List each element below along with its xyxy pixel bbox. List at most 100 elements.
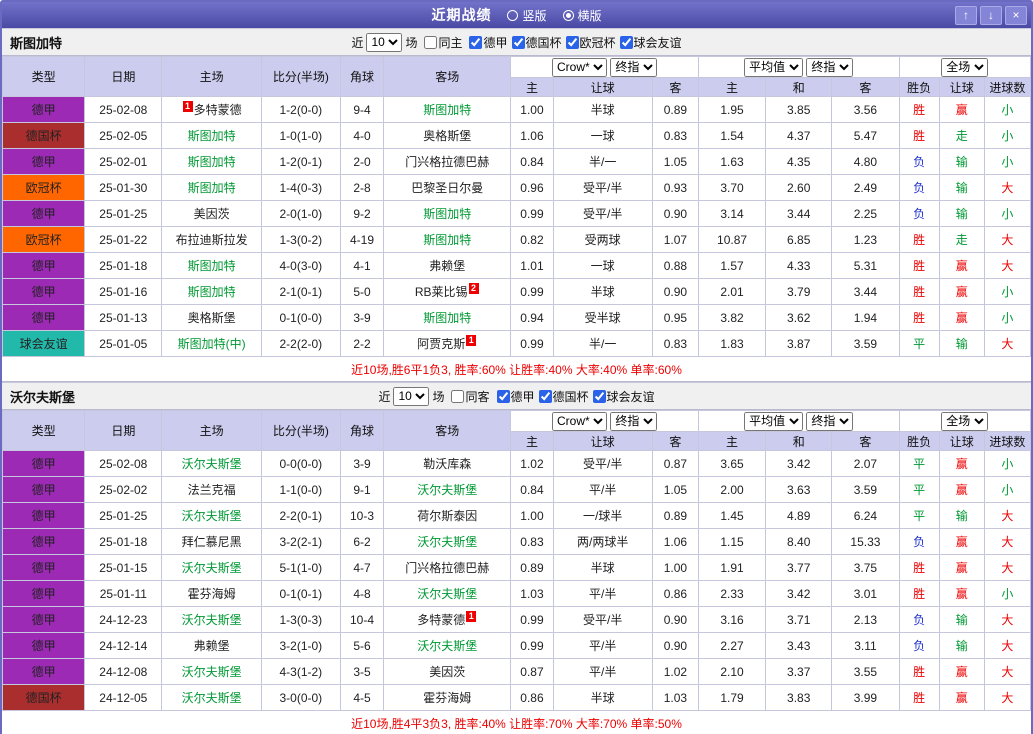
match-row: 德甲 25-01-11 霍芬海姆 0-1(0-1) 4-8 沃尔夫斯堡 1.03 平/半 0.8… <box>1 580 1032 607</box>
near-label: 近 <box>378 389 391 404</box>
league-filter-3[interactable]: 球会友谊 <box>619 34 682 51</box>
date-cell: 25-01-25 <box>84 502 163 529</box>
avg-draw-odds-cell: 8.40 <box>765 528 833 555</box>
goals-result-cell: 小 <box>983 278 1032 305</box>
odds-stage-select[interactable]: 终指 <box>610 411 658 431</box>
corners-cell: 6-2 <box>339 528 385 555</box>
date-cell: 25-01-25 <box>84 200 163 227</box>
avg-home-odds-cell: 3.70 <box>697 174 767 201</box>
league-filter-2[interactable]: 球会友谊 <box>592 388 655 405</box>
handicap-line-cell: 平/半 <box>552 580 653 607</box>
match-row: 德甲 25-01-18 拜仁慕尼黑 3-2(2-1) 6-2 沃尔夫斯堡 0.83 两/两球半… <box>1 528 1032 555</box>
layout-radio-horizontal[interactable]: 横版 <box>562 7 602 24</box>
handicap-line-cell: 半/一 <box>552 148 653 175</box>
handicap-away-odds-cell: 1.05 <box>651 148 699 175</box>
col-score: 比分(半场) <box>260 56 341 97</box>
scope-select[interactable]: 全场 <box>941 411 989 431</box>
league-filter-checkbox[interactable] <box>592 389 606 403</box>
average-select[interactable]: 平均值 <box>744 57 804 77</box>
team-section-stuttgart: 斯图加特 近 10 场 同主 德甲德国杯欧冠杯球会友谊 类型 日期 主场 <box>1 28 1032 382</box>
avg-away-odds-cell: 3.99 <box>831 684 900 711</box>
same-venue-checkbox[interactable] <box>424 35 438 49</box>
titlebar-buttons: ↑ ↓ × <box>955 5 1027 25</box>
league-type-cell: 德甲 <box>1 252 86 279</box>
layout-radio-vertical[interactable]: 竖版 <box>507 7 547 24</box>
move-down-button[interactable]: ↓ <box>980 5 1002 25</box>
col-score: 比分(半场) <box>260 410 341 451</box>
league-filter-1[interactable]: 德国杯 <box>511 34 562 51</box>
match-row: 德甲 25-01-18 斯图加特 4-0(3-0) 4-1 弗赖堡 1.01 一球 0.88 1.… <box>1 252 1032 279</box>
avg-draw-odds-cell: 3.44 <box>765 200 833 227</box>
subcol-home-odds: 主 <box>510 431 554 451</box>
same-venue-filter[interactable]: 同客 <box>450 388 490 405</box>
col-away: 客场 <box>383 410 512 451</box>
handicap-result-cell: 赢 <box>938 252 985 279</box>
avg-away-odds-cell: 3.55 <box>831 658 900 685</box>
away-team-cell: 斯图加特 <box>383 200 512 227</box>
corners-cell: 3-9 <box>339 304 385 331</box>
win-draw-loss-cell: 平 <box>898 476 940 503</box>
corners-cell: 3-9 <box>339 450 385 477</box>
close-button[interactable]: × <box>1005 5 1027 25</box>
subcol-avg-draw: 和 <box>765 77 833 97</box>
scope-select[interactable]: 全场 <box>941 57 989 77</box>
bookmaker-select[interactable]: Crow* <box>552 57 607 77</box>
league-filter-0[interactable]: 德甲 <box>496 388 535 405</box>
goals-result-cell: 小 <box>983 580 1032 607</box>
goals-result-cell: 大 <box>983 502 1032 529</box>
home-team-cell: 沃尔夫斯堡 <box>161 684 262 711</box>
odds-stage-select[interactable]: 终指 <box>610 57 658 77</box>
league-filter-1[interactable]: 德国杯 <box>538 388 589 405</box>
avg-away-odds-cell: 3.11 <box>831 632 900 659</box>
move-up-button[interactable]: ↑ <box>955 5 977 25</box>
subcol-handicap: 让球 <box>552 77 653 97</box>
average-stage-select[interactable]: 终指 <box>806 411 854 431</box>
win-draw-loss-cell: 平 <box>898 450 940 477</box>
handicap-result-cell: 赢 <box>938 450 985 477</box>
league-filter-label: 欧冠杯 <box>579 35 616 50</box>
league-filter-label: 球会友谊 <box>606 389 655 404</box>
corners-cell: 2-2 <box>339 330 385 357</box>
corners-cell: 4-19 <box>339 226 385 253</box>
league-filter-0[interactable]: 德甲 <box>468 34 508 51</box>
team-label: 斯图加特 <box>187 155 236 169</box>
league-filter-checkbox[interactable] <box>496 389 510 403</box>
league-filter-checkbox[interactable] <box>619 35 633 49</box>
date-cell: 25-01-05 <box>84 330 163 357</box>
league-filter-2[interactable]: 欧冠杯 <box>565 34 616 51</box>
bookmaker-select[interactable]: Crow* <box>552 411 607 431</box>
league-filter-checkbox[interactable] <box>469 35 483 49</box>
away-team-cell: 沃尔夫斯堡 <box>383 632 512 659</box>
same-venue-checkbox[interactable] <box>451 389 465 403</box>
avg-draw-odds-cell: 4.89 <box>765 502 833 529</box>
subcol-handicap-result: 让球 <box>938 77 985 97</box>
avg-away-odds-cell: 2.07 <box>831 450 900 477</box>
handicap-line-cell: 半/一 <box>552 330 653 357</box>
subcol-result: 胜负 <box>898 431 940 451</box>
match-row: 德甲 25-01-15 沃尔夫斯堡 5-1(1-0) 4-7 门兴格拉德巴赫 0.89 半球 1… <box>1 554 1032 581</box>
goals-result-cell: 大 <box>983 632 1032 659</box>
win-draw-loss-cell: 平 <box>898 502 940 529</box>
avg-away-odds-cell: 1.94 <box>831 304 900 331</box>
handicap-home-odds-cell: 0.94 <box>510 304 554 331</box>
match-count-select[interactable]: 10 <box>366 32 403 52</box>
date-cell: 24-12-08 <box>84 658 163 685</box>
average-select[interactable]: 平均值 <box>744 411 804 431</box>
team-label: 阿贾克斯 <box>417 337 466 351</box>
avg-away-odds-cell: 15.33 <box>831 528 900 555</box>
average-stage-select[interactable]: 终指 <box>806 57 854 77</box>
league-filter-checkbox[interactable] <box>538 389 552 403</box>
subcol-handicap: 让球 <box>552 431 653 451</box>
avg-draw-odds-cell: 3.77 <box>765 554 833 581</box>
win-draw-loss-cell: 平 <box>898 330 940 357</box>
same-venue-filter[interactable]: 同主 <box>423 34 462 51</box>
match-count-select[interactable]: 10 <box>393 386 430 406</box>
league-filter-checkbox[interactable] <box>511 35 525 49</box>
handicap-result-cell: 输 <box>938 330 985 357</box>
league-filter-checkbox[interactable] <box>565 35 579 49</box>
avg-draw-odds-cell: 3.43 <box>765 632 833 659</box>
away-team-cell: 霍芬海姆 <box>383 684 512 711</box>
avg-home-odds-cell: 2.33 <box>697 580 767 607</box>
match-row: 德甲 24-12-08 沃尔夫斯堡 4-3(1-2) 3-5 美因茨 0.87 平/半 1.02… <box>1 658 1032 685</box>
team-label: 弗赖堡 <box>429 259 466 273</box>
